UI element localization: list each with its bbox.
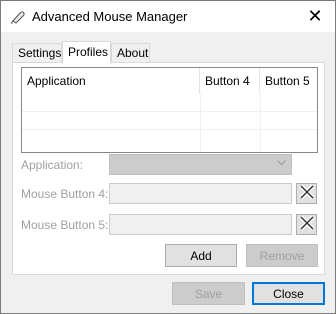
mouse-button5-label: Mouse Button 5: (21, 218, 109, 232)
save-button[interactable]: Save (172, 282, 245, 305)
column-header-application[interactable]: Application (22, 68, 200, 94)
clear-button5-button[interactable] (296, 214, 317, 235)
mouse-button4-label: Mouse Button 4: (21, 187, 109, 201)
profiles-list[interactable]: Application Button 4 Button 5 (21, 67, 318, 153)
column-header-button4[interactable]: Button 4 (200, 68, 260, 94)
tab-about[interactable]: About (111, 43, 150, 63)
clear-x-icon (299, 184, 315, 203)
profiles-panel: Application Button 4 Button 5 Applicatio… (12, 62, 325, 275)
mouse-icon (10, 9, 26, 25)
title-bar: Advanced Mouse Manager ✕ (1, 1, 335, 32)
remove-button[interactable]: Remove (246, 244, 318, 267)
application-select[interactable] (109, 154, 292, 175)
add-button[interactable]: Add (165, 244, 237, 267)
list-column-divider (260, 94, 261, 152)
list-header: Application Button 4 Button 5 (22, 68, 317, 94)
list-row-divider (22, 129, 317, 130)
mouse-button4-field[interactable] (109, 183, 292, 204)
clear-button4-button[interactable] (296, 183, 317, 204)
close-button[interactable]: Close (252, 282, 325, 305)
tab-profiles[interactable]: Profiles (62, 41, 111, 64)
tab-settings[interactable]: Settings (12, 43, 62, 63)
clear-x-icon (299, 215, 315, 234)
application-label: Application: (21, 158, 84, 172)
mouse-button5-field[interactable] (109, 214, 292, 235)
app-window: Advanced Mouse Manager ✕ Settings Profil… (0, 0, 336, 314)
window-close-button[interactable]: ✕ (295, 1, 335, 32)
column-header-button5[interactable]: Button 5 (260, 68, 317, 94)
list-row-divider (22, 111, 317, 112)
chevron-down-icon (277, 158, 286, 166)
window-title: Advanced Mouse Manager (32, 9, 188, 24)
list-column-divider (200, 94, 201, 152)
